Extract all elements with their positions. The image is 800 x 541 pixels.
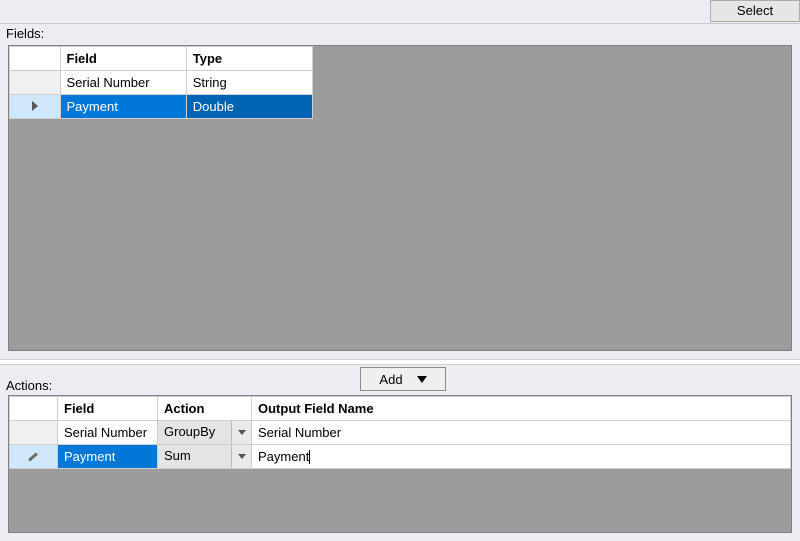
fields-row[interactable]: Payment Double	[10, 95, 313, 119]
actions-action-value: GroupBy	[158, 421, 231, 444]
fields-grid[interactable]: Field Type Serial Number String Payment …	[9, 46, 313, 119]
fields-section-label: Fields:	[0, 24, 800, 45]
actions-row-indicator	[10, 421, 58, 445]
actions-section-label: Actions:	[6, 378, 52, 393]
actions-cell-field[interactable]: Serial Number	[58, 421, 158, 445]
actions-row[interactable]: Serial Number GroupBy Serial Number	[10, 421, 791, 445]
fields-row-indicator	[10, 95, 61, 119]
chevron-down-icon	[238, 454, 246, 459]
actions-action-dropdown[interactable]	[231, 421, 251, 444]
actions-row-indicator	[10, 445, 58, 469]
fields-col-type[interactable]: Type	[186, 47, 312, 71]
actions-col-field[interactable]: Field	[58, 397, 158, 421]
actions-output-editvalue: Payment	[258, 449, 309, 464]
actions-cell-action[interactable]: GroupBy	[158, 421, 252, 445]
fields-panel: Field Type Serial Number String Payment …	[8, 45, 792, 351]
actions-header: Actions: Add	[0, 365, 800, 395]
text-caret-icon	[309, 450, 310, 464]
actions-col-output[interactable]: Output Field Name	[252, 397, 791, 421]
actions-rowheader-blank	[10, 397, 58, 421]
add-button[interactable]: Add	[360, 367, 446, 391]
add-button-label: Add	[379, 372, 402, 387]
actions-action-value: Sum	[158, 445, 231, 468]
fields-cell-type[interactable]: String	[186, 71, 312, 95]
actions-row[interactable]: Payment Sum Payment	[10, 445, 791, 469]
actions-panel: Field Action Output Field Name Serial Nu…	[8, 395, 792, 533]
edit-pencil-icon	[28, 449, 40, 461]
actions-header-row: Field Action Output Field Name	[10, 397, 791, 421]
fields-row[interactable]: Serial Number String	[10, 71, 313, 95]
fields-header-row: Field Type	[10, 47, 313, 71]
actions-cell-output[interactable]: Serial Number	[252, 421, 791, 445]
actions-action-dropdown[interactable]	[231, 445, 251, 468]
top-toolbar: Select	[0, 0, 800, 24]
select-button-label: Select	[737, 3, 773, 18]
dropdown-caret-icon	[417, 376, 427, 383]
actions-cell-field[interactable]: Payment	[58, 445, 158, 469]
fields-cell-field[interactable]: Serial Number	[60, 71, 186, 95]
actions-cell-action[interactable]: Sum	[158, 445, 252, 469]
fields-col-field[interactable]: Field	[60, 47, 186, 71]
fields-rowheader-blank	[10, 47, 61, 71]
actions-grid[interactable]: Field Action Output Field Name Serial Nu…	[9, 396, 791, 469]
fields-cell-field[interactable]: Payment	[60, 95, 186, 119]
chevron-down-icon	[238, 430, 246, 435]
actions-cell-output[interactable]: Payment	[252, 445, 791, 469]
current-row-triangle-icon	[32, 101, 38, 111]
select-button[interactable]: Select	[710, 0, 800, 22]
actions-col-action[interactable]: Action	[158, 397, 252, 421]
fields-cell-type[interactable]: Double	[186, 95, 312, 119]
fields-row-indicator	[10, 71, 61, 95]
